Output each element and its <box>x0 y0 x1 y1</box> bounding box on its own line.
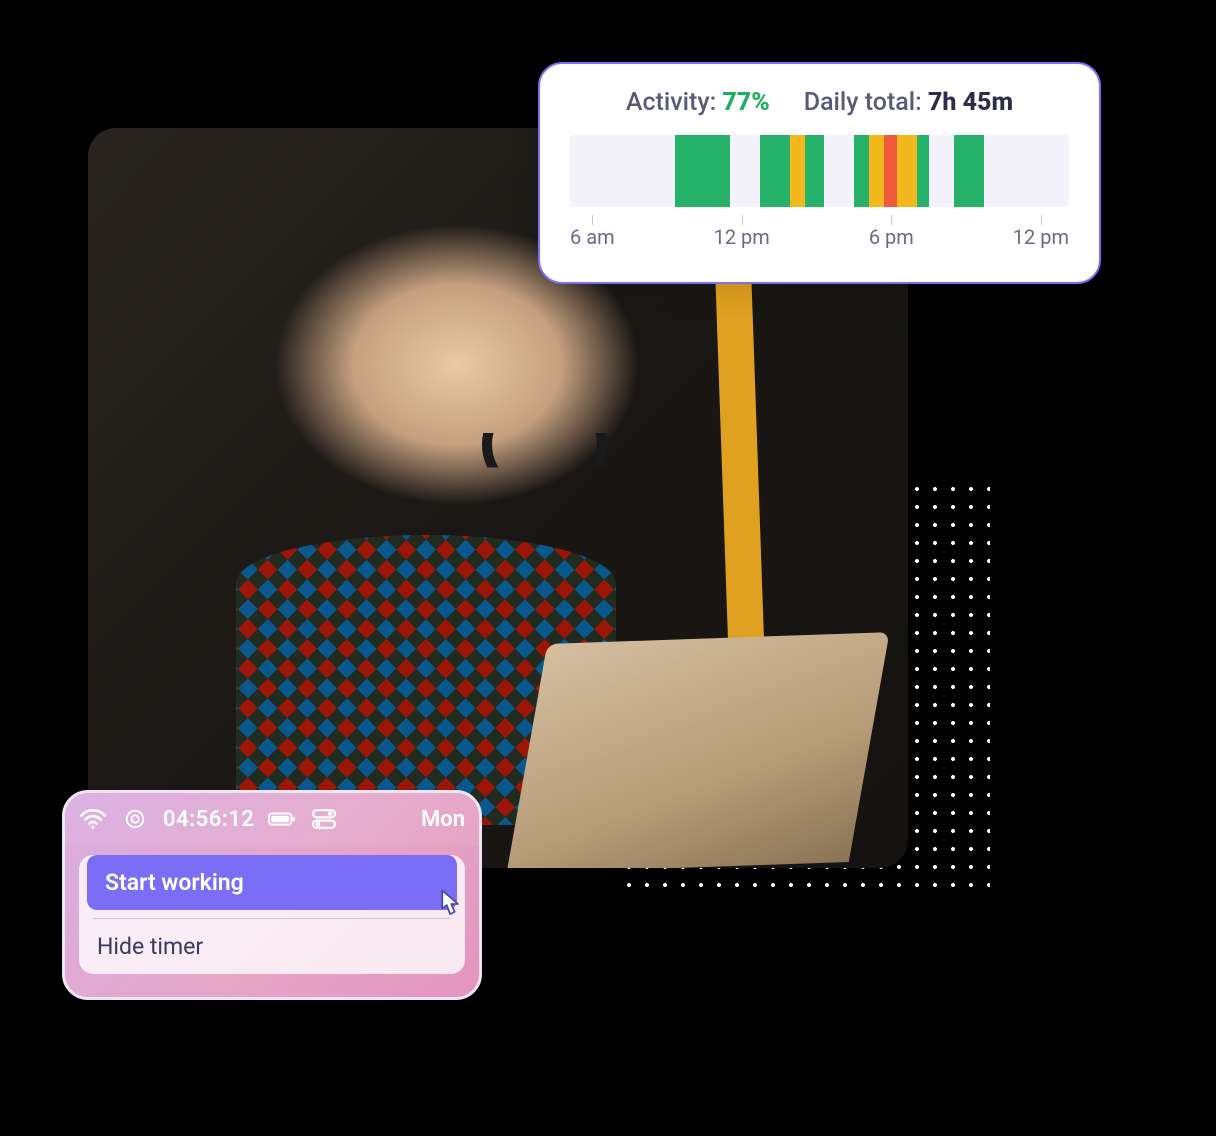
timeline-segment <box>675 135 730 207</box>
battery-icon <box>268 808 296 830</box>
hide-timer-item[interactable]: Hide timer <box>79 919 465 974</box>
menubar-day: Mon <box>421 807 465 832</box>
wifi-icon <box>79 808 107 830</box>
start-working-label: Start working <box>105 869 244 896</box>
timeline-axis: 6 am 12 pm 6 pm 12 pm <box>570 211 1069 249</box>
activity-label: Activity: <box>626 88 716 117</box>
tray-timer[interactable]: 04:56:12 <box>163 807 254 832</box>
axis-tick: 12 pm <box>1013 225 1069 249</box>
timeline-segment <box>805 135 825 207</box>
tray-dropdown: Start working Hide timer <box>79 855 465 974</box>
activity-header: Activity: 77% Daily total: 7h 45m <box>570 88 1069 117</box>
start-working-item[interactable]: Start working <box>87 855 457 910</box>
timeline-segment <box>884 135 896 207</box>
activity-card: Activity: 77% Daily total: 7h 45m 6 am 12… <box>538 62 1101 284</box>
timeline-segment <box>897 135 917 207</box>
control-center-icon[interactable] <box>310 808 338 830</box>
app-tray-icon[interactable] <box>121 808 149 830</box>
timeline-segment <box>917 135 929 207</box>
timeline-segment <box>790 135 805 207</box>
axis-tick: 12 pm <box>714 225 770 249</box>
activity-value: 77% <box>722 88 769 117</box>
timeline-segment <box>854 135 869 207</box>
activity-timeline <box>570 135 1069 207</box>
timeline-segment <box>760 135 790 207</box>
menubar-top: 04:56:12 Mon <box>65 793 479 845</box>
daily-total-value: 7h 45m <box>928 88 1013 117</box>
timeline-segment <box>869 135 884 207</box>
cursor-pointer-icon <box>431 886 467 922</box>
timeline-segment <box>954 135 984 207</box>
hide-timer-label: Hide timer <box>97 933 203 960</box>
menubar-widget: 04:56:12 Mon Start working <box>62 790 482 1000</box>
axis-tick: 6 pm <box>869 225 914 249</box>
daily-total-label: Daily total: <box>804 88 922 117</box>
axis-tick: 6 am <box>570 225 615 249</box>
